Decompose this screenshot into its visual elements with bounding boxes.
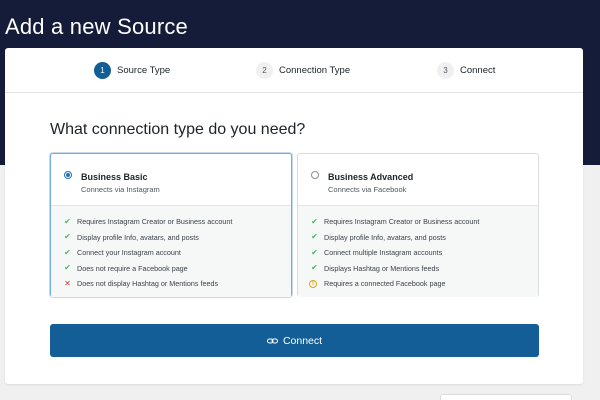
cross-icon: ✕	[64, 278, 71, 288]
feature-text: Display profile Info, avatars, and posts	[324, 232, 446, 242]
feature-list: ✔ Requires Instagram Creator or Business…	[298, 205, 538, 297]
check-icon: ✔	[311, 263, 318, 273]
radio-unselected[interactable]	[311, 171, 319, 179]
step-number: 3	[437, 62, 454, 79]
feature-item: ✔ Connect your Instagram account	[51, 245, 291, 261]
feature-item: ✔ Does not require a Facebook page	[51, 261, 291, 277]
step-source-type[interactable]: 1 Source Type	[94, 62, 170, 79]
connect-button-label: Connect	[282, 334, 323, 347]
footer-panel	[440, 394, 572, 400]
option-title: Business Advanced	[328, 172, 414, 182]
link-icon	[266, 338, 278, 343]
step-number: 2	[256, 62, 273, 79]
feature-item: ! Requires a connected Facebook page	[298, 276, 538, 292]
feature-item: ✔ Requires Instagram Creator or Business…	[298, 214, 538, 230]
option-subtitle: Connects via Facebook	[328, 185, 407, 194]
step-connect[interactable]: 3 Connect	[437, 62, 495, 79]
feature-item: ✔ Connect multiple Instagram accounts	[298, 245, 538, 261]
step-label: Source Type	[117, 65, 171, 76]
check-icon: ✔	[64, 247, 71, 257]
option-business-basic[interactable]: Business Basic Connects via Instagram ✔ …	[50, 153, 292, 297]
feature-item: ✕ Does not display Hashtag or Mentions f…	[51, 276, 291, 292]
check-icon: ✔	[311, 247, 318, 257]
feature-text: Connect your Instagram account	[77, 248, 181, 258]
check-icon: ✔	[64, 232, 71, 242]
info-icon: !	[309, 279, 317, 288]
feature-item: ✔ Display profile Info, avatars, and pos…	[298, 230, 538, 246]
check-icon: ✔	[311, 232, 318, 242]
option-title: Business Basic	[81, 172, 148, 182]
feature-text: Does not require a Facebook page	[77, 263, 188, 273]
connect-button[interactable]: Connect	[50, 324, 539, 357]
source-wizard-card: 1 Source Type 2 Connection Type 3 Connec…	[5, 48, 583, 384]
option-business-advanced[interactable]: Business Advanced Connects via Facebook …	[297, 153, 539, 297]
feature-text: Does not display Hashtag or Mentions fee…	[77, 279, 219, 289]
feature-list: ✔ Requires Instagram Creator or Business…	[51, 205, 291, 297]
stepper: 1 Source Type 2 Connection Type 3 Connec…	[5, 48, 583, 93]
option-subtitle: Connects via Instagram	[81, 185, 160, 194]
feature-text: Requires a connected Facebook page	[324, 279, 446, 289]
feature-text: Requires Instagram Creator or Business a…	[324, 217, 480, 227]
feature-item: ✔ Requires Instagram Creator or Business…	[51, 214, 291, 230]
feature-text: Connect multiple Instagram accounts	[324, 248, 443, 258]
feature-text: Requires Instagram Creator or Business a…	[77, 217, 233, 227]
feature-item: ✔ Display profile Info, avatars, and pos…	[51, 230, 291, 246]
check-icon: ✔	[64, 263, 71, 273]
check-icon: ✔	[311, 216, 318, 226]
step-label: Connect	[460, 65, 496, 76]
radio-selected[interactable]	[64, 171, 72, 179]
option-header: Business Basic Connects via Instagram	[51, 154, 291, 202]
feature-text: Display profile Info, avatars, and posts	[77, 232, 199, 242]
step-connection-type[interactable]: 2 Connection Type	[256, 62, 350, 79]
check-icon: ✔	[64, 216, 71, 226]
step-label: Connection Type	[279, 65, 351, 76]
step-number: 1	[94, 62, 111, 79]
option-header: Business Advanced Connects via Facebook	[298, 154, 538, 202]
question-heading: What connection type do you need?	[50, 121, 306, 138]
feature-item: ✔ Displays Hashtag or Mentions feeds	[298, 261, 538, 277]
page-title: Add a new Source	[5, 14, 188, 39]
feature-text: Displays Hashtag or Mentions feeds	[324, 263, 440, 273]
